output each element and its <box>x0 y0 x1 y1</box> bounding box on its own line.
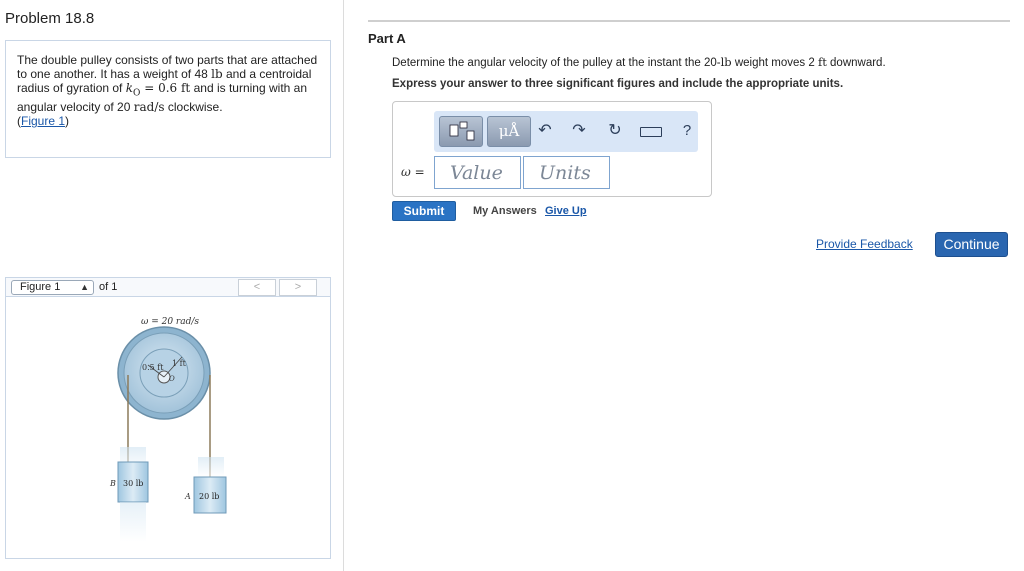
block-b-label: B <box>109 479 116 488</box>
pulley-diagram: ω = 20 rad/s 0.5 ft 1 ft O B 30 lb A 20 … <box>109 317 227 542</box>
problem-title: Problem 18.8 <box>5 10 95 27</box>
undo-icon[interactable]: ↶ <box>536 122 554 140</box>
select-arrows-icon: ▲ <box>80 282 89 292</box>
center-label: O <box>169 375 175 383</box>
figure-panel: ω = 20 rad/s 0.5 ft 1 ft O B 30 lb A 20 … <box>5 297 331 559</box>
continue-button[interactable]: Continue <box>935 232 1008 257</box>
redo-icon[interactable]: ↷ <box>570 122 588 140</box>
keyboard-icon[interactable] <box>640 127 662 137</box>
question-panel: Part A Determine the angular velocity of… <box>368 0 1010 571</box>
value-input[interactable] <box>434 156 521 189</box>
figure-select[interactable]: Figure 1 ▲ <box>11 280 94 295</box>
block-a-blur <box>198 457 224 477</box>
block-a-weight: 20 lb <box>199 492 219 501</box>
variable-label: ω = <box>401 165 425 179</box>
block-b-weight: 30 lb <box>123 479 143 488</box>
units-button[interactable]: μÅ <box>487 116 531 147</box>
template-icon <box>449 121 475 141</box>
omega-label: ω = 20 rad/s <box>141 317 199 327</box>
give-up-link[interactable]: Give Up <box>545 205 587 217</box>
previous-figure-button[interactable]: < <box>238 279 276 296</box>
problem-panel: Problem 18.8 The double pulley consists … <box>0 0 344 571</box>
block-a-label: A <box>184 492 191 501</box>
figure-count: of 1 <box>99 281 118 293</box>
figure-link[interactable]: Figure 1 <box>21 114 65 128</box>
my-answers-label: My Answers <box>473 205 537 217</box>
reset-icon[interactable]: ↻ <box>606 122 624 140</box>
block-b-trail <box>120 502 146 542</box>
outer-radius-label: 1 ft <box>172 359 187 368</box>
inner-radius-label: 0.5 ft <box>142 363 164 372</box>
part-label: Part A <box>368 31 406 46</box>
provide-feedback-link[interactable]: Provide Feedback <box>816 237 913 251</box>
problem-statement: The double pulley consists of two parts … <box>5 40 331 158</box>
math-toolbar: μÅ ↶ ↷ ↻ ? <box>434 111 698 152</box>
answer-instruction: Express your answer to three significant… <box>392 78 844 90</box>
submit-button[interactable]: Submit <box>392 201 456 221</box>
next-figure-button[interactable]: > <box>279 279 317 296</box>
figure-navigation-bar: Figure 1 ▲ of 1 < > <box>5 277 331 297</box>
question-text: Determine the angular velocity of the pu… <box>392 55 886 69</box>
help-button[interactable]: ? <box>678 122 696 140</box>
divider <box>368 20 1010 22</box>
template-button[interactable] <box>439 116 483 147</box>
units-input[interactable] <box>523 156 610 189</box>
answer-box: μÅ ↶ ↷ ↻ ? ω = <box>392 101 712 197</box>
